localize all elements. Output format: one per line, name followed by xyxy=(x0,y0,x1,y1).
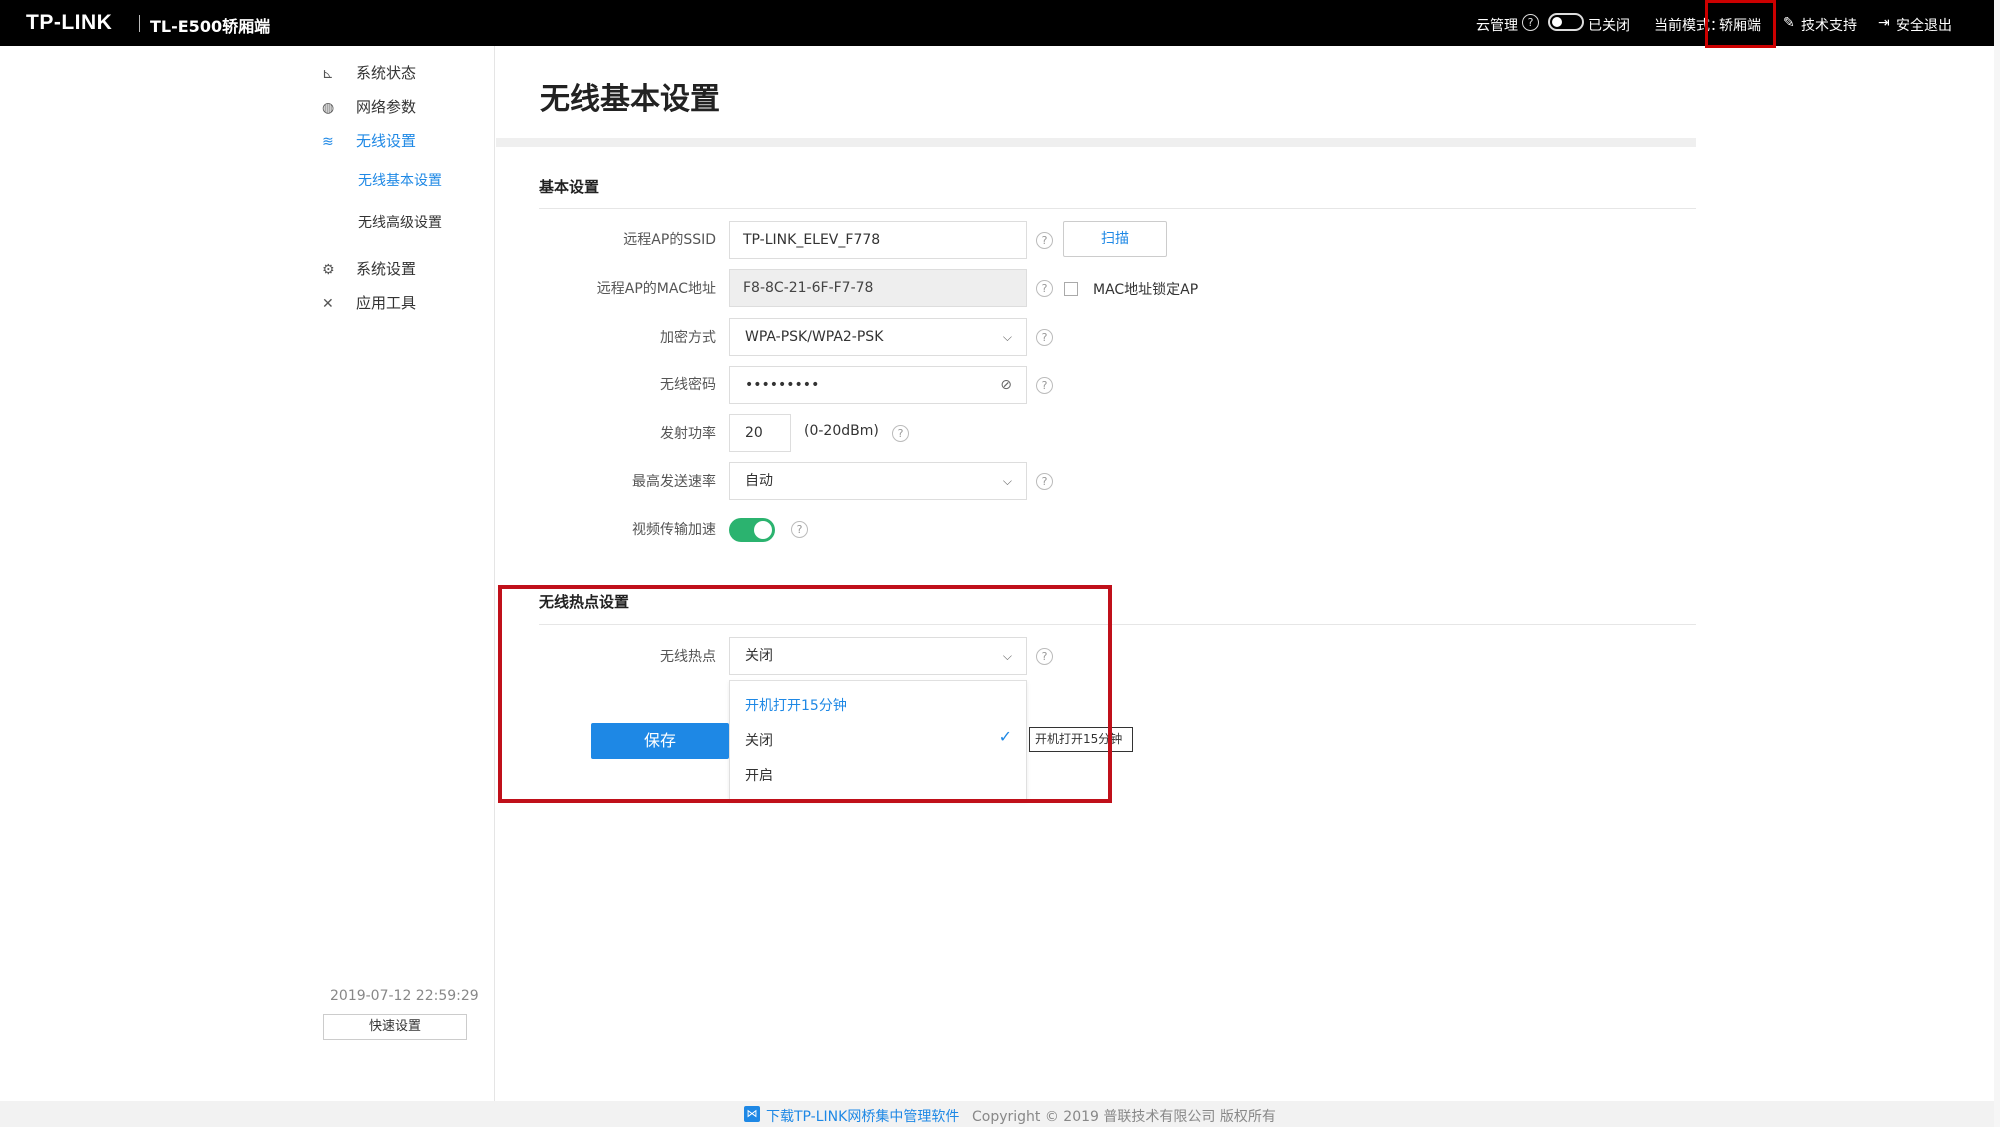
mac-lock-checkbox[interactable] xyxy=(1064,282,1078,296)
section-title-basic: 基本设置 xyxy=(539,178,600,196)
video-accel-label: 视频传输加速 xyxy=(632,522,716,538)
sidebar-item-network[interactable]: ◍ 网络参数 xyxy=(322,96,416,117)
cloud-state: 已关闭 xyxy=(1588,18,1630,34)
logo-divider xyxy=(139,15,140,32)
sidebar-item-status[interactable]: ⊾ 系统状态 xyxy=(322,62,416,83)
sidebar-sub-advanced[interactable]: 无线高级设置 xyxy=(358,212,442,232)
sidebar-sub-basic[interactable]: 无线基本设置 xyxy=(358,170,442,190)
sidebar-item-system[interactable]: ⚙ 系统设置 xyxy=(322,258,416,279)
scan-button[interactable]: 扫描 xyxy=(1063,221,1167,257)
chevron-down-icon: ⌵ xyxy=(1002,330,1012,344)
power-input[interactable]: 20 xyxy=(729,414,791,452)
mac-help-icon[interactable]: ? xyxy=(1036,280,1053,297)
ssid-input[interactable]: TP-LINK_ELEV_F778 xyxy=(729,221,1027,259)
scrollbar[interactable] xyxy=(1994,0,2000,1127)
password-input[interactable]: ••••••••• ⊘ xyxy=(729,366,1027,404)
support-link[interactable]: 技术支持 xyxy=(1801,15,1857,35)
wifi-icon: ≋ xyxy=(322,134,334,150)
mode-highlight-box xyxy=(1705,0,1776,48)
sidebar-item-wireless[interactable]: ≋ 无线设置 xyxy=(322,130,416,151)
video-accel-toggle[interactable] xyxy=(729,518,775,542)
sidebar-item-tools[interactable]: ✕ 应用工具 xyxy=(322,292,416,313)
rate-select[interactable]: 自动 ⌵ xyxy=(729,462,1027,500)
share-icon: ⋈ xyxy=(744,1106,760,1122)
cloud-help-icon[interactable]: ? xyxy=(1522,14,1539,31)
sidebar: ⊾ 系统状态 ◍ 网络参数 ≋ 无线设置 无线基本设置 无线高级设置 ⚙ 系统设置 ✕ 应… xyxy=(0,46,495,1101)
device-model: TL-E500轿厢端 xyxy=(150,17,271,36)
encryption-select[interactable]: WPA-PSK/WPA2-PSK ⌵ xyxy=(729,318,1027,356)
chart-icon: ⊾ xyxy=(322,66,334,82)
encryption-value: WPA-PSK/WPA2-PSK xyxy=(745,329,884,345)
power-unit: (0-20dBm) xyxy=(804,423,879,439)
gear-icon: ⚙ xyxy=(322,262,335,278)
mac-label: 远程AP的MAC地址 xyxy=(596,281,716,297)
footer: ⋈ 下载TP-LINK网桥集中管理软件 Copyright © 2019 普联技… xyxy=(0,1101,1994,1127)
support-icon: ✎ xyxy=(1783,15,1795,31)
tools-icon: ✕ xyxy=(322,296,334,312)
password-label: 无线密码 xyxy=(660,377,716,393)
logout-link[interactable]: 安全退出 xyxy=(1896,15,1952,35)
chevron-down-icon: ⌵ xyxy=(1002,474,1012,488)
copyright: Copyright © 2019 普联技术有限公司 版权所有 xyxy=(972,1109,1276,1125)
password-value: ••••••••• xyxy=(745,377,820,393)
page-title: 无线基本设置 xyxy=(540,82,720,117)
ssid-label: 远程AP的SSID xyxy=(623,232,716,248)
encryption-help-icon[interactable]: ? xyxy=(1036,329,1053,346)
rate-value: 自动 xyxy=(745,473,773,489)
download-link[interactable]: 下载TP-LINK网桥集中管理软件 xyxy=(766,1106,959,1126)
quick-setup-button[interactable]: 快速设置 xyxy=(323,1014,467,1040)
cloud-toggle[interactable] xyxy=(1548,13,1584,31)
video-accel-help-icon[interactable]: ? xyxy=(791,521,808,538)
section-divider xyxy=(539,208,1696,209)
hotspot-highlight-box xyxy=(498,585,1112,803)
title-divider xyxy=(496,138,1696,147)
mac-input: F8-8C-21-6F-F7-78 xyxy=(729,269,1027,307)
power-label: 发射功率 xyxy=(660,426,716,442)
rate-help-icon[interactable]: ? xyxy=(1036,473,1053,490)
power-help-icon[interactable]: ? xyxy=(892,425,909,442)
top-bar: TP-LINK TL-E500轿厢端 云管理 ? 已关闭 当前模式： 轿厢端 ✎… xyxy=(0,0,1994,48)
cloud-label: 云管理 xyxy=(1476,18,1518,34)
mac-lock-label: MAC地址锁定AP xyxy=(1093,282,1199,298)
logout-icon: ⇥ xyxy=(1878,15,1890,31)
system-datetime: 2019-07-12 22:59:29 xyxy=(330,988,479,1004)
eye-slash-icon[interactable]: ⊘ xyxy=(1000,367,1012,403)
ssid-help-icon[interactable]: ? xyxy=(1036,232,1053,249)
encryption-label: 加密方式 xyxy=(660,330,716,346)
password-help-icon[interactable]: ? xyxy=(1036,377,1053,394)
globe-icon: ◍ xyxy=(322,100,335,116)
brand-logo: TP-LINK xyxy=(26,11,113,34)
rate-label: 最高发送速率 xyxy=(632,474,716,490)
